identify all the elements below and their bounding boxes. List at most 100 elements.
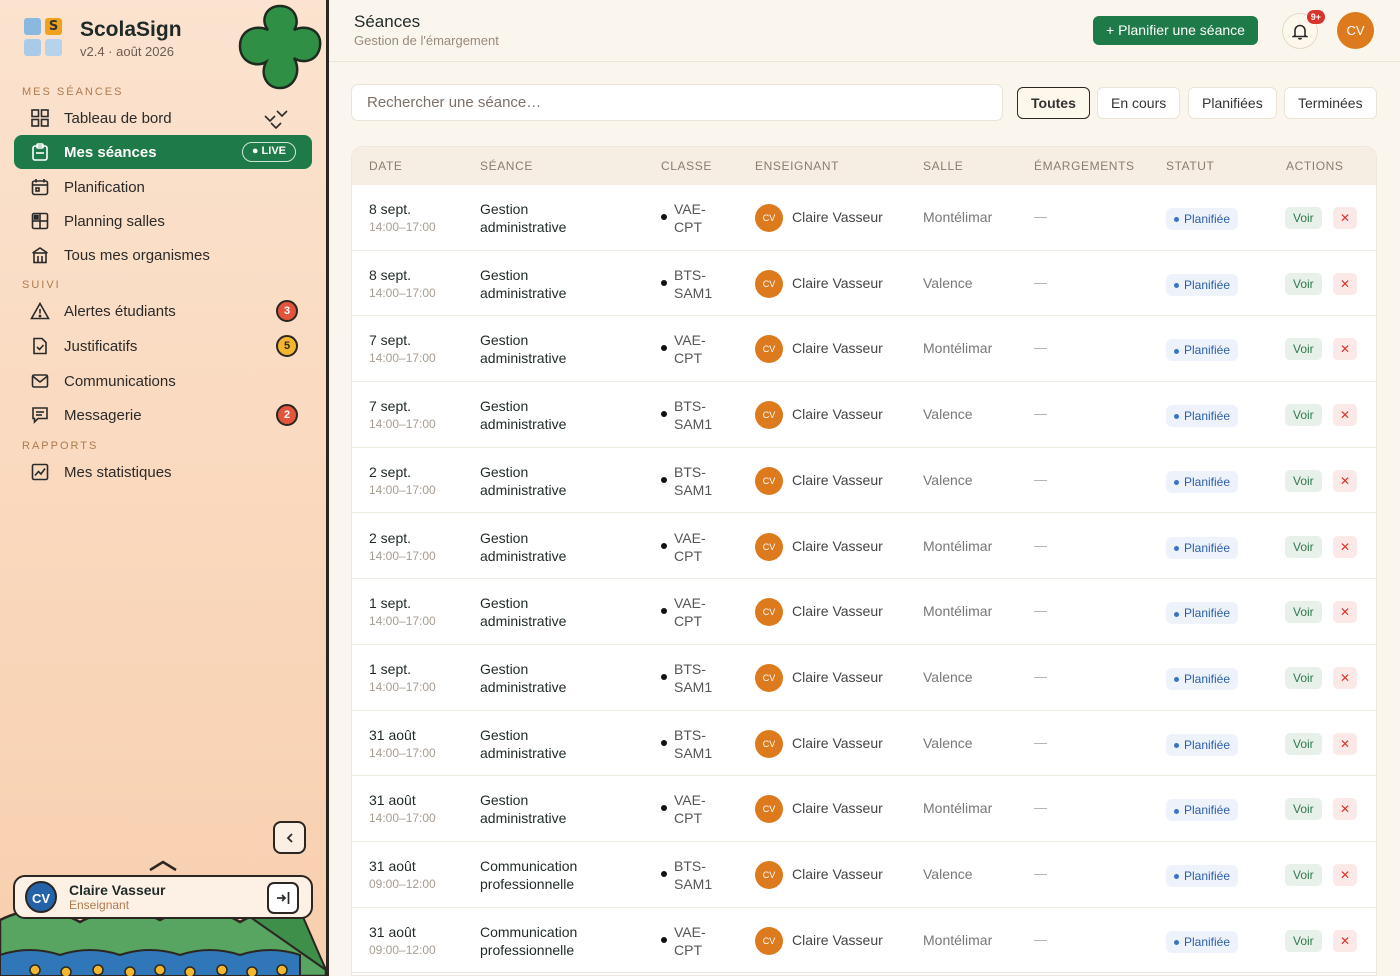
chart-icon (30, 462, 50, 482)
session-room: Valence (923, 274, 973, 291)
bell-icon (1292, 24, 1308, 40)
view-button[interactable]: Voir (1285, 929, 1322, 952)
sidebar-item-label: Tableau de bord (64, 109, 172, 127)
header-avatar[interactable]: CV (1337, 12, 1374, 49)
sidebar-divider (326, 0, 329, 976)
delete-button[interactable]: ✕ (1333, 732, 1357, 755)
session-time: 14:00–17:00 (369, 679, 436, 694)
view-button[interactable]: Voir (1285, 469, 1322, 492)
collapse-sidebar-button[interactable] (273, 821, 306, 854)
column-header[interactable]: DATE (369, 159, 403, 173)
delete-button[interactable]: ✕ (1333, 929, 1357, 952)
sidebar-item-alertes-etudiants[interactable]: Alertes étudiants 3 (14, 294, 312, 328)
column-header[interactable]: SÉANCE (480, 159, 533, 173)
user-card[interactable]: CV Claire Vasseur Enseignant (13, 875, 313, 919)
filter-en-cours[interactable]: En cours (1097, 87, 1181, 119)
session-time: 14:00–17:00 (369, 220, 436, 234)
table-row[interactable]: 2 sept. 14:00–17:00 Gestion administrative V… (352, 514, 1376, 580)
delete-button[interactable]: ✕ (1333, 207, 1357, 229)
sidebar-item-communications[interactable]: Communications (14, 364, 312, 398)
table-row[interactable]: 31 août 14:00–17:00 Gestion administrative V… (352, 776, 1376, 842)
justificatifs-count-badge: 5 (276, 335, 298, 357)
table-row[interactable]: 2 sept. 14:00–17:00 Gestion administrative B… (352, 448, 1376, 514)
session-class: VAE- CPT (661, 923, 706, 959)
delete-button[interactable]: ✕ (1333, 535, 1357, 558)
view-button[interactable]: Voir (1285, 864, 1322, 886)
delete-button[interactable]: ✕ (1333, 864, 1357, 886)
session-date: 31 août (369, 726, 416, 743)
sidebar-item-planification[interactable]: Planification (14, 170, 312, 204)
sidebar-item-planning-salles[interactable]: Planning salles (14, 204, 312, 238)
sidebar-item-messagerie[interactable]: Messagerie 2 (14, 398, 312, 432)
table-row[interactable]: 31 août 14:00–17:00 Gestion administrative B… (352, 711, 1376, 777)
view-button[interactable]: Voir (1285, 272, 1322, 295)
sidebar-item-tous-mes-organismes[interactable]: Tous mes organismes (14, 238, 312, 272)
table-row[interactable]: 1 sept. 14:00–17:00 Gestion administrative B… (352, 645, 1376, 711)
status-dot (1174, 414, 1179, 420)
view-button[interactable]: Voir (1285, 732, 1322, 755)
sidebar-item-mes-seances[interactable]: Mes séances ● LIVE (14, 135, 312, 169)
table-row[interactable]: 8 sept. 14:00–17:00 Gestion administrative B… (352, 251, 1376, 317)
table-header: DATE SÉANCE CLASSE ENSEIGNANT SALLE ÉMAR… (352, 147, 1376, 185)
status-badge: Planifiée (1166, 667, 1239, 690)
view-button[interactable]: Voir (1285, 207, 1322, 229)
brand-version: v2.4 · août 2026 (80, 44, 174, 59)
session-time: 14:00–17:00 (369, 417, 436, 432)
view-button[interactable]: Voir (1285, 535, 1322, 558)
delete-button[interactable]: ✕ (1333, 601, 1357, 624)
filter-toutes[interactable]: Toutes (1017, 87, 1090, 119)
delete-button[interactable]: ✕ (1333, 469, 1357, 492)
class-dot (661, 673, 667, 680)
view-button[interactable]: Voir (1285, 601, 1322, 624)
status-dot (1174, 348, 1179, 354)
table-row[interactable]: 7 sept. 14:00–17:00 Gestion administrative V… (352, 316, 1376, 383)
column-header[interactable]: ÉMARGEMENTS (1034, 159, 1135, 173)
live-badge: ● LIVE (241, 142, 296, 162)
table-row[interactable]: 31 août 09:00–12:00 Communication professio… (352, 908, 1376, 974)
teacher-avatar: CV (755, 598, 783, 627)
view-button[interactable]: Voir (1285, 338, 1322, 361)
column-header[interactable]: SALLE (923, 159, 963, 173)
status-dot (1174, 808, 1179, 814)
teacher-name: Claire Vasseur (792, 668, 883, 685)
notifications-button[interactable]: 9+ (1282, 10, 1325, 49)
table-row[interactable]: 7 sept. 14:00–17:00 Gestion administrative B… (352, 382, 1376, 448)
session-class: VAE- CPT (661, 529, 706, 565)
delete-button[interactable]: ✕ (1333, 404, 1357, 427)
chevron-left-icon (286, 832, 293, 843)
sidebar-item-label: Justificatifs (64, 337, 138, 355)
plan-session-button[interactable]: + Planifier une séance (1093, 16, 1258, 45)
session-class: BTS- SAM1 (661, 397, 712, 433)
delete-button[interactable]: ✕ (1333, 798, 1357, 821)
brand[interactable]: S ScolaSign v2.4 · août 2026 (24, 18, 182, 59)
session-name: Gestion administrative (480, 726, 567, 761)
logout-button[interactable] (267, 882, 299, 914)
teacher-name: Claire Vasseur (792, 866, 883, 882)
table-row[interactable]: 8 sept. 14:00–17:00 Gestion administrative V… (352, 185, 1376, 251)
column-header[interactable]: ENSEIGNANT (755, 159, 839, 173)
view-button[interactable]: Voir (1285, 666, 1322, 689)
search-input[interactable] (351, 84, 1003, 121)
filter-terminees[interactable]: Terminées (1284, 87, 1377, 119)
clover-decoration (238, 4, 322, 90)
status-dot (1174, 480, 1179, 486)
session-name: Gestion administrative (480, 595, 567, 630)
view-button[interactable]: Voir (1285, 798, 1322, 821)
view-button[interactable]: Voir (1285, 404, 1322, 427)
delete-button[interactable]: ✕ (1333, 666, 1357, 689)
delete-button[interactable]: ✕ (1333, 338, 1357, 361)
column-header[interactable]: STATUT (1166, 159, 1214, 173)
table-row[interactable]: 31 août 09:00–12:00 Communication professio… (352, 842, 1376, 908)
delete-button[interactable]: ✕ (1333, 272, 1357, 295)
session-room: Montélimar (923, 209, 993, 225)
filter-planifiees[interactable]: Planifiées (1188, 87, 1277, 119)
class-dot (661, 739, 667, 746)
column-header[interactable]: CLASSE (661, 159, 712, 173)
sidebar-item-mes-statistiques[interactable]: Mes statistiques (14, 455, 312, 489)
sidebar-item-justificatifs[interactable]: Justificatifs 5 (14, 329, 312, 363)
table-row[interactable]: 1 sept. 14:00–17:00 Gestion administrative V… (352, 579, 1376, 645)
class-dot (661, 476, 667, 483)
status-badge: Planifiée (1166, 602, 1239, 625)
chevron-down-icon[interactable] (262, 108, 288, 130)
page-title: Séances (354, 12, 421, 31)
